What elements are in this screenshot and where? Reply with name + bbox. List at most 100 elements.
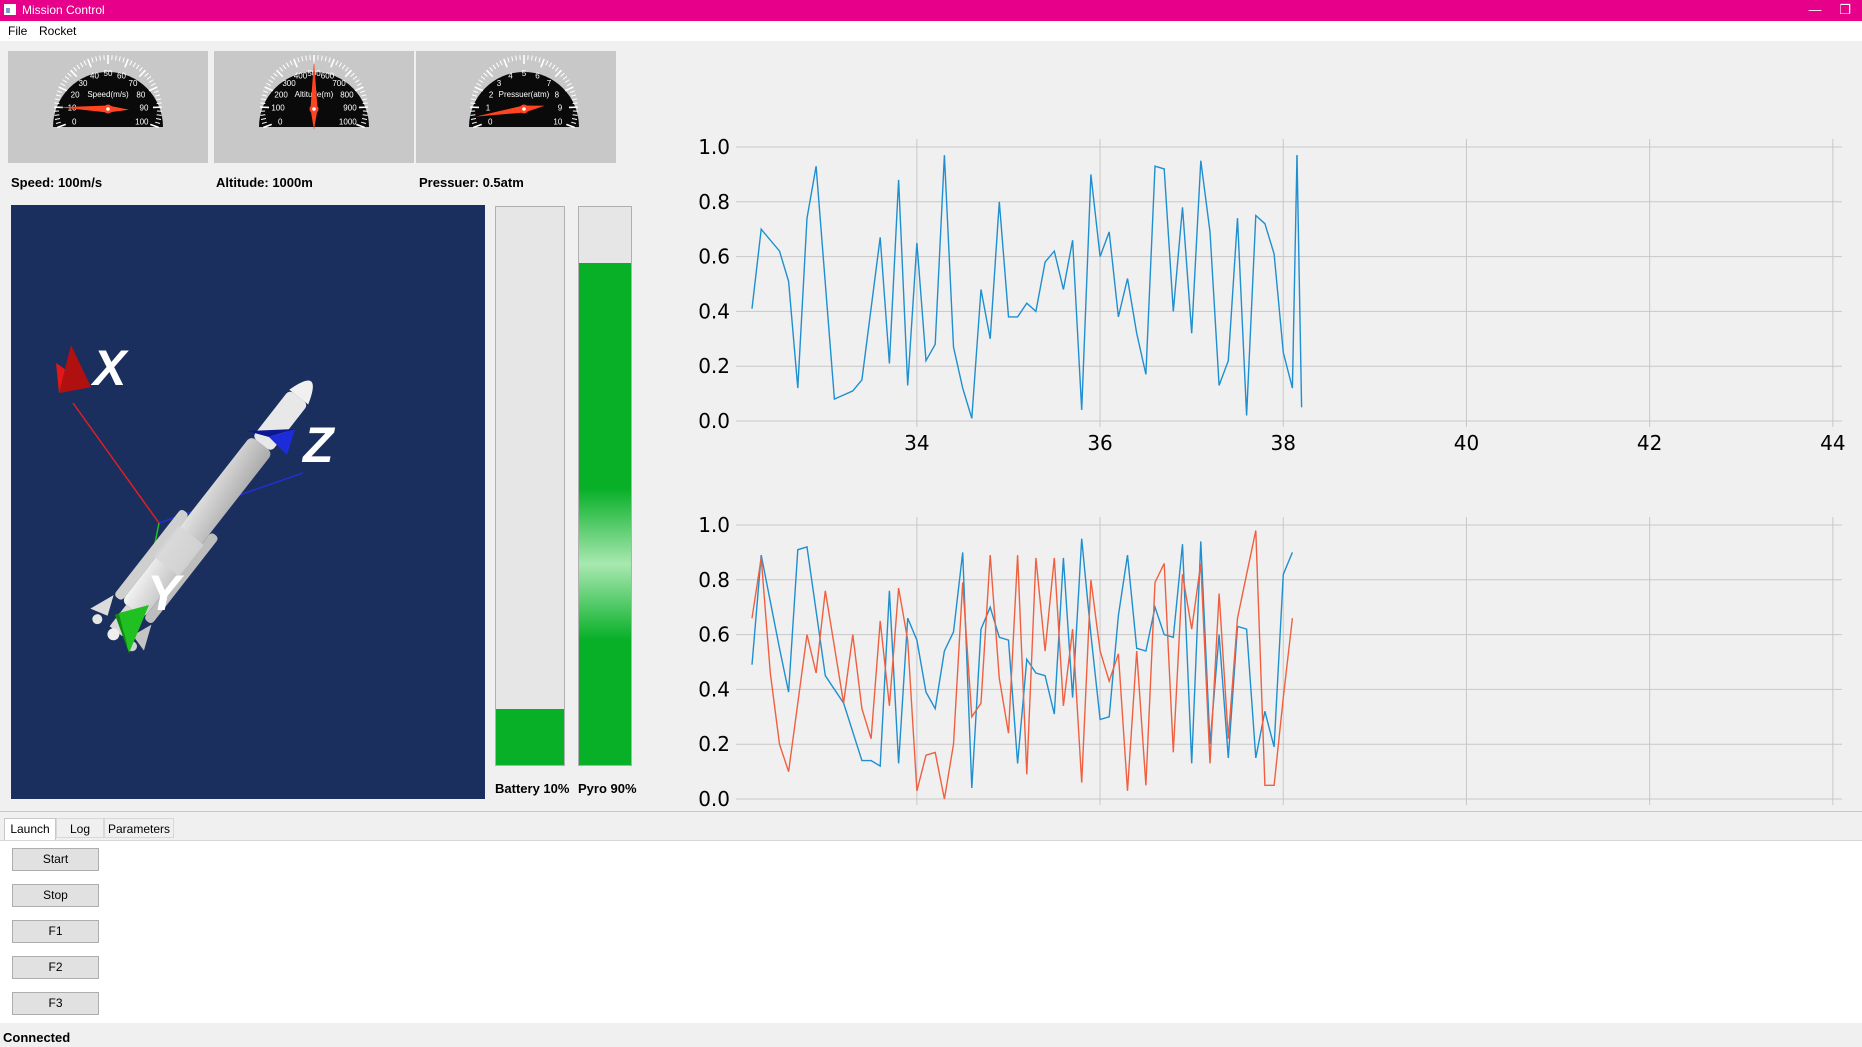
gauge-tick bbox=[260, 114, 266, 116]
gauge-tick bbox=[76, 64, 81, 70]
start-button[interactable]: Start bbox=[12, 848, 99, 871]
gauge-tick-label: 70 bbox=[129, 79, 138, 88]
gauge-tick bbox=[470, 98, 476, 101]
gauge-tick bbox=[564, 79, 570, 83]
gauge-tick bbox=[135, 64, 140, 70]
charts-pane: 0.0 0.2 0.4 0.6 0.8 1.0 34 36 38 40 42 44 0.0 0.2 0.4… bbox=[660, 41, 1862, 833]
gauge-tick bbox=[260, 102, 266, 105]
gauge-tick bbox=[471, 94, 477, 97]
tab-log[interactable]: Log bbox=[56, 818, 104, 838]
gauge-dial-label: Speed(m/s) bbox=[87, 90, 129, 99]
gauge-tick bbox=[150, 82, 156, 87]
gauge-tick-label: 900 bbox=[343, 104, 357, 113]
f1-button[interactable]: F1 bbox=[12, 920, 99, 943]
stop-button[interactable]: Stop bbox=[12, 884, 99, 907]
gauge-tick bbox=[489, 67, 494, 72]
gauge-tick bbox=[566, 82, 572, 87]
gauge-tick bbox=[338, 62, 343, 68]
y-tick-label: 1.0 bbox=[698, 513, 730, 537]
gauge-tick bbox=[122, 57, 125, 63]
rocket-3d-view[interactable]: X Z Y bbox=[11, 205, 485, 799]
gauge-tick bbox=[560, 72, 565, 77]
gauge-tick bbox=[354, 79, 360, 83]
gauge-tick bbox=[335, 60, 339, 66]
gauge-tick-label: 1 bbox=[486, 104, 491, 113]
gauge-tick bbox=[328, 57, 331, 63]
menu-file[interactable]: File bbox=[8, 24, 27, 38]
gauge-tick-label: 6 bbox=[535, 72, 540, 81]
gauge-tick-label: 1000 bbox=[339, 117, 357, 126]
gauge-tick bbox=[79, 62, 84, 68]
gauge-tick bbox=[62, 79, 68, 83]
gauge-tick bbox=[476, 82, 482, 87]
x-tick-label: 44 bbox=[1820, 431, 1845, 455]
gauge-hub-center bbox=[522, 107, 526, 111]
status-bar: Connected bbox=[0, 1026, 1862, 1047]
gauge-tick bbox=[270, 75, 276, 80]
pyro-label: Pyro 90% bbox=[578, 781, 637, 796]
gauge-tick-label: 100 bbox=[135, 117, 149, 126]
series-line bbox=[751, 530, 1294, 800]
z-axis-label: Z bbox=[301, 417, 336, 473]
gauge-tick bbox=[352, 75, 358, 80]
gauge-tick bbox=[305, 55, 307, 61]
f2-button[interactable]: F2 bbox=[12, 956, 99, 979]
gauge-tick-label: 50 bbox=[104, 69, 113, 78]
gauge-tick bbox=[99, 55, 101, 61]
gauge-tick bbox=[571, 94, 577, 97]
menu-rocket[interactable]: Rocket bbox=[39, 24, 76, 38]
rocket-scene: X Z Y bbox=[56, 340, 336, 653]
gauge-tick-label: 800 bbox=[340, 90, 354, 99]
gauge-tick bbox=[359, 90, 366, 94]
x-axis-line bbox=[72, 402, 160, 524]
gauge-tick bbox=[472, 90, 479, 94]
gauge-tick bbox=[273, 72, 278, 77]
tab-launch[interactable]: Launch bbox=[4, 818, 56, 841]
minimize-icon[interactable]: — bbox=[1802, 1, 1828, 19]
battery-label: Battery 10% bbox=[495, 781, 570, 796]
restore-icon[interactable]: ❐ bbox=[1832, 1, 1858, 19]
tab-parameters[interactable]: Parameters bbox=[104, 818, 174, 838]
gauge-tick-label: 100 bbox=[271, 104, 285, 113]
gauge-tick-label: 9 bbox=[558, 104, 563, 113]
gauge-tick bbox=[545, 60, 549, 66]
gauge-tick-label: 5 bbox=[522, 69, 527, 78]
gauge-tick bbox=[118, 56, 121, 62]
gauge-tick bbox=[474, 86, 484, 92]
gauge-hub-center bbox=[312, 107, 316, 111]
gauge-tick bbox=[58, 86, 68, 92]
gauge-tick bbox=[55, 94, 61, 97]
f3-button[interactable]: F3 bbox=[12, 992, 99, 1015]
gauge-tick bbox=[156, 98, 162, 101]
gauge-tick bbox=[356, 82, 362, 87]
gauge-tick bbox=[344, 69, 353, 78]
app-icon bbox=[4, 4, 16, 15]
gauge-tick bbox=[69, 69, 78, 78]
gauge-tick bbox=[60, 82, 66, 87]
gauge-tick-label: 700 bbox=[332, 79, 346, 88]
gauge-tick bbox=[138, 67, 143, 72]
gauge-tick bbox=[538, 57, 541, 63]
speed-gauge: 0102030405060708090100Speed(m/s) bbox=[8, 51, 208, 163]
gauge-tick bbox=[83, 60, 87, 66]
y-tick-label: 0.0 bbox=[698, 787, 730, 811]
gauge-tick bbox=[330, 58, 335, 68]
gauge-tick bbox=[483, 72, 488, 77]
altitude-readout: Altitude: 1000m bbox=[216, 175, 313, 190]
gauge-tick-label: 3 bbox=[497, 79, 502, 88]
gauge-tick-label: 8 bbox=[555, 90, 560, 99]
x-tick-label: 36 bbox=[1087, 431, 1112, 455]
gauge-dial-label: Pressuer(atm) bbox=[499, 90, 550, 99]
gauge-tick-label: 90 bbox=[140, 104, 149, 113]
gauge-tick bbox=[73, 67, 78, 72]
gauge-tick bbox=[156, 102, 162, 105]
bottom-line-chart: 0.00.20.40.60.81.0343638404244 bbox=[698, 513, 1845, 833]
y-tick-label: 0.0 bbox=[698, 409, 730, 433]
gauge-tick bbox=[148, 86, 158, 92]
gauge-tick bbox=[492, 64, 497, 70]
gauge-tick bbox=[515, 55, 517, 61]
y-tick-label: 0.8 bbox=[698, 190, 730, 214]
gauge-tick bbox=[91, 57, 94, 63]
gauge-tick bbox=[362, 114, 368, 116]
gauge-tick bbox=[344, 67, 349, 72]
